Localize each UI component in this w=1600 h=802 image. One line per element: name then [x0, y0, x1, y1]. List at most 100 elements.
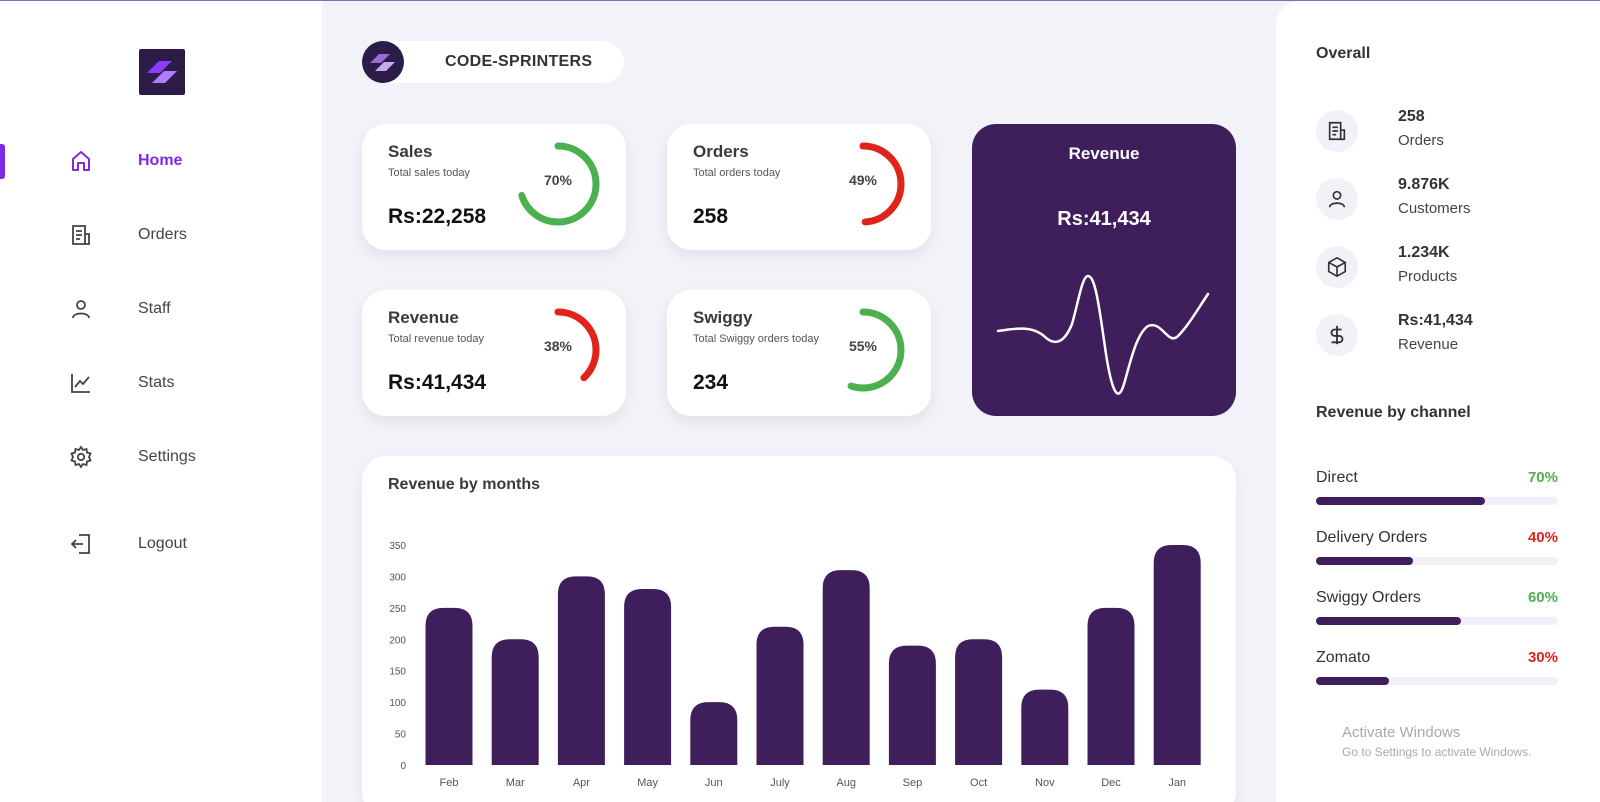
card-subtitle: Total revenue today	[388, 333, 485, 345]
channel-percent: 30%	[1527, 649, 1558, 666]
y-tick-label: 0	[400, 761, 406, 772]
x-tick-label: Jan	[1168, 777, 1186, 789]
chart-line-icon	[68, 370, 94, 396]
card-value: Rs:22,258	[388, 205, 487, 228]
sidebar-item-label: Orders	[138, 226, 187, 243]
card-title: Swiggy	[693, 308, 753, 327]
card-value: 234	[693, 371, 729, 394]
revenue-sparkline	[996, 274, 1210, 395]
card-subtitle: Total Swiggy orders today	[693, 333, 819, 345]
bar-feb[interactable]	[425, 607, 473, 765]
overall-label: Customers	[1398, 200, 1471, 217]
overall-value: 9.876K	[1398, 176, 1450, 193]
bar-jun[interactable]	[690, 702, 738, 765]
bar-aug[interactable]	[822, 570, 870, 765]
x-tick-label: May	[637, 777, 658, 789]
x-tick-label: Jun	[705, 777, 723, 789]
bar-dec[interactable]	[1087, 607, 1135, 765]
bar-sep[interactable]	[888, 645, 936, 765]
bar-july[interactable]	[756, 626, 804, 765]
sidebar-item-stats[interactable]: Stats	[68, 367, 268, 399]
x-tick-label: Aug	[836, 777, 856, 789]
bar-mar[interactable]	[491, 639, 539, 765]
x-tick-label: Apr	[573, 777, 590, 789]
channel-progress-fill	[1316, 557, 1413, 565]
overall-value: Rs:41,434	[1398, 312, 1473, 329]
channel-progress-fill	[1316, 677, 1389, 685]
revenue-summary-value: Rs:41,434	[1057, 208, 1151, 230]
card-percent: 38%	[543, 338, 573, 354]
card-value: Rs:41,434	[388, 371, 487, 394]
channel-progress-track	[1316, 557, 1558, 565]
x-tick-label: July	[770, 777, 790, 789]
bar-oct[interactable]	[955, 639, 1003, 765]
box-icon	[1316, 246, 1358, 288]
sidebar-item-settings[interactable]: Settings	[68, 441, 268, 473]
sidebar-item-logout[interactable]: Logout	[68, 528, 268, 560]
channel-percent: 70%	[1527, 469, 1558, 486]
revenue-card[interactable]: Revenue Total revenue today Rs:41,434 38…	[362, 290, 626, 416]
dollar-icon	[1316, 314, 1358, 356]
y-tick-label: 150	[389, 667, 406, 678]
sidebar-item-staff[interactable]: Staff	[68, 293, 268, 325]
card-value: 258	[693, 205, 729, 228]
active-nav-indicator	[0, 144, 5, 179]
sidebar-item-label: Settings	[138, 448, 196, 465]
overall-item-revenue: Rs:41,434 Revenue	[1316, 312, 1576, 358]
overall-title: Overall	[1316, 45, 1371, 62]
x-tick-label: Mar	[506, 777, 525, 789]
bar-chart: 0 50 100 150 200 250 300 350 Feb Mar Apr May Jun July…	[389, 541, 1201, 789]
channel-name: Direct	[1316, 469, 1358, 486]
sidebar-item-label: Staff	[138, 300, 171, 317]
brand-logo	[362, 41, 404, 83]
overall-label: Orders	[1398, 132, 1444, 149]
overall-item-products: 1.234K Products	[1316, 244, 1576, 290]
channel-percent: 40%	[1527, 529, 1558, 546]
revenue-by-channel-title: Revenue by channel	[1316, 404, 1471, 421]
overall-item-customers: 9.876K Customers	[1316, 176, 1576, 222]
channel-item-delivery-orders: Delivery Orders 40%	[1316, 529, 1558, 569]
swiggy-card[interactable]: Swiggy Total Swiggy orders today 234 55%	[667, 290, 931, 416]
card-title: Orders	[693, 142, 749, 161]
sidebar-item-home[interactable]: Home	[68, 145, 268, 177]
bar-apr[interactable]	[557, 576, 605, 765]
sidebar: Home Orders Staff Stats Settings Logout	[0, 1, 322, 802]
bar-may[interactable]	[624, 589, 672, 765]
channel-percent: 60%	[1527, 589, 1558, 606]
channel-progress-fill	[1316, 497, 1486, 505]
bar-jan[interactable]	[1153, 545, 1201, 765]
windows-activation-watermark: Activate Windows Go to Settings to activ…	[1342, 724, 1531, 759]
card-subtitle: Total sales today	[388, 167, 470, 179]
channel-progress-track	[1316, 497, 1558, 505]
sales-card[interactable]: Sales Total sales today Rs:22,258 70%	[362, 124, 626, 250]
card-subtitle: Total orders today	[693, 167, 781, 179]
channel-progress-track	[1316, 677, 1558, 685]
brand-pill[interactable]: CODE-SPRINTERS	[362, 41, 624, 83]
bar-nov[interactable]	[1021, 689, 1069, 765]
brand-name: CODE-SPRINTERS	[445, 53, 593, 70]
overall-label: Products	[1398, 268, 1458, 285]
channel-item-swiggy-orders: Swiggy Orders 60%	[1316, 589, 1558, 629]
gear-icon	[68, 444, 94, 470]
card-percent: 55%	[848, 338, 878, 354]
right-panel: Overall 258 Orders 9.876K Customers 1.23…	[1276, 1, 1600, 802]
sidebar-item-label: Logout	[138, 535, 187, 552]
card-title: Revenue	[388, 308, 459, 327]
sidebar-item-orders[interactable]: Orders	[68, 219, 268, 251]
orders-card[interactable]: Orders Total orders today 258 49%	[667, 124, 931, 250]
channel-item-zomato: Zomato 30%	[1316, 649, 1558, 689]
overall-value: 258	[1398, 108, 1425, 125]
app-logo[interactable]	[139, 49, 185, 95]
revenue-summary-card[interactable]: Revenue Rs:41,434	[972, 124, 1236, 416]
revenue-summary-title: Revenue	[1068, 144, 1140, 163]
overall-label: Revenue	[1398, 336, 1459, 353]
x-tick-label: Feb	[440, 777, 459, 789]
overall-item-orders: 258 Orders	[1316, 108, 1576, 154]
logout-icon	[68, 531, 94, 557]
channel-name: Delivery Orders	[1316, 529, 1428, 546]
channel-name: Zomato	[1316, 649, 1371, 666]
y-tick-label: 250	[389, 604, 406, 615]
card-percent: 70%	[543, 172, 573, 188]
y-tick-label: 300	[389, 572, 406, 583]
y-tick-label: 350	[389, 541, 406, 552]
